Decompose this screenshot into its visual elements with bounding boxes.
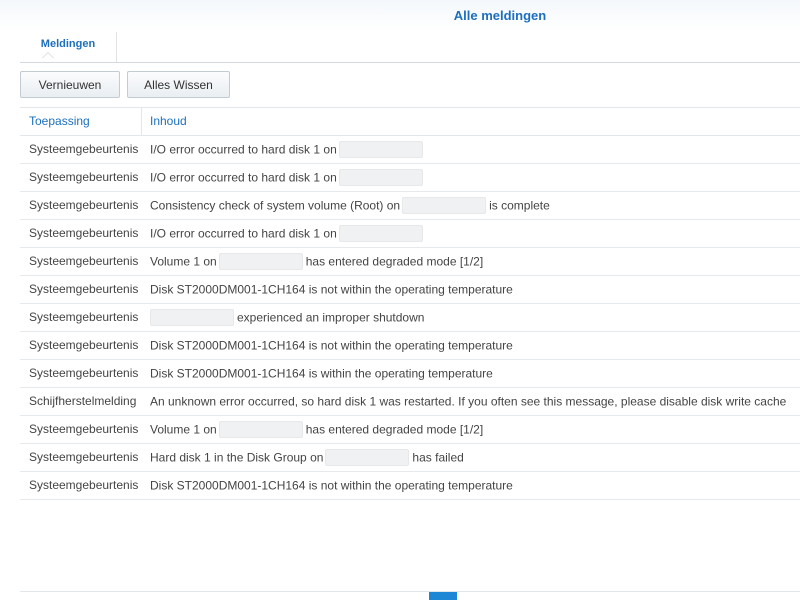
row-content: I/O error occurred to hard disk 1 on <box>150 136 426 163</box>
row-content-text-suffix: has failed <box>412 450 464 465</box>
row-application: Systeemgebeurtenis <box>29 338 139 352</box>
row-application: Systeemgebeurtenis <box>29 226 139 240</box>
row-content-text: Disk ST2000DM001-1CH164 is not within th… <box>150 478 513 493</box>
redacted-hostname <box>325 449 410 467</box>
table-body: Systeemgebeurtenis I/O error occurred to … <box>20 136 800 500</box>
row-content-text-suffix: has entered degraded mode [1/2] <box>305 422 484 437</box>
redacted-hostname <box>338 225 423 243</box>
footer-divider <box>20 591 800 592</box>
row-content: Volume 1 on has entered degraded mode [1/… <box>150 416 483 443</box>
row-content-text: Disk ST2000DM001-1CH164 is not within th… <box>150 338 513 353</box>
table-header: Toepassing Inhoud <box>20 108 800 136</box>
table-row[interactable]: Systeemgebeurtenis Disk ST2000DM001-1CH16… <box>20 472 800 500</box>
refresh-button[interactable]: Vernieuwen <box>20 71 120 98</box>
row-application: Systeemgebeurtenis <box>29 478 139 492</box>
row-content-text: I/O error occurred to hard disk 1 on <box>150 226 337 241</box>
row-content: Disk ST2000DM001-1CH164 is not within th… <box>150 276 513 303</box>
row-content-text: Disk ST2000DM001-1CH164 is within the op… <box>150 366 493 381</box>
row-content: I/O error occurred to hard disk 1 on <box>150 164 426 191</box>
row-content-text: I/O error occurred to hard disk 1 on <box>150 170 337 185</box>
table-row[interactable]: Systeemgebeurtenis Volume 1 on has entered… <box>20 416 800 444</box>
redacted-hostname <box>402 197 487 215</box>
clear-all-button[interactable]: Alles Wissen <box>127 71 230 98</box>
table-row[interactable]: Systeemgebeurtenis Disk ST2000DM001-1CH16… <box>20 332 800 360</box>
row-content: Disk ST2000DM001-1CH164 is not within th… <box>150 472 513 499</box>
redacted-hostname <box>218 421 303 439</box>
scroll-indicator[interactable] <box>429 592 457 600</box>
table-row[interactable]: Systeemgebeurtenis Volume 1 on has entered… <box>20 248 800 276</box>
row-application: Systeemgebeurtenis <box>29 198 139 212</box>
window-title-bar: Alle meldingen <box>0 0 800 32</box>
column-header-application[interactable]: Toepassing <box>29 108 141 135</box>
row-content: Disk ST2000DM001-1CH164 is not within th… <box>150 332 513 359</box>
row-content: I/O error occurred to hard disk 1 on <box>150 220 426 247</box>
column-header-content[interactable]: Inhoud <box>150 108 187 135</box>
window-title: Alle meldingen <box>453 8 547 23</box>
row-content-text: Hard disk 1 in the Disk Group on <box>150 450 324 465</box>
row-application: Systeemgebeurtenis <box>29 422 139 436</box>
row-content: Disk ST2000DM001-1CH164 is within the op… <box>150 360 493 387</box>
redacted-hostname <box>218 253 303 271</box>
row-application: Systeemgebeurtenis <box>29 366 139 380</box>
row-application: Systeemgebeurtenis <box>29 142 139 156</box>
row-content-text-suffix: has entered degraded mode [1/2] <box>305 254 484 269</box>
table-row[interactable]: Systeemgebeurtenis I/O error occurred to … <box>20 164 800 192</box>
row-content: Consistency check of system volume (Root… <box>150 192 550 219</box>
table-row[interactable]: Systeemgebeurtenis experienced an imprope… <box>20 304 800 332</box>
column-resize-handle[interactable] <box>141 108 142 135</box>
row-application: Systeemgebeurtenis <box>29 282 139 296</box>
redacted-hostname <box>338 141 423 159</box>
table-row[interactable]: Systeemgebeurtenis I/O error occurred to … <box>20 136 800 164</box>
table-row[interactable]: Schijfherstelmelding An unknown error occ… <box>20 388 800 416</box>
table-row[interactable]: Systeemgebeurtenis Consistency check of s… <box>20 192 800 220</box>
active-tab-indicator <box>42 52 54 58</box>
row-content-text: Consistency check of system volume (Root… <box>150 198 401 213</box>
row-content-text: Volume 1 on <box>150 254 217 269</box>
redacted-hostname <box>150 309 234 327</box>
row-content-text: An unknown error occurred, so hard disk … <box>150 394 787 409</box>
row-application: Systeemgebeurtenis <box>29 310 139 324</box>
row-application: Schijfherstelmelding <box>29 394 137 408</box>
row-content: Hard disk 1 in the Disk Group on has fail… <box>150 444 464 471</box>
row-content: An unknown error occurred, so hard disk … <box>150 388 786 415</box>
row-content-text: Disk ST2000DM001-1CH164 is not within th… <box>150 282 513 297</box>
row-content: Volume 1 on has entered degraded mode [1/… <box>150 248 483 275</box>
row-application: Systeemgebeurtenis <box>29 254 139 268</box>
row-content-text: Volume 1 on <box>150 422 217 437</box>
notifications-table: Toepassing Inhoud Systeemgebeurtenis I/O … <box>20 107 800 500</box>
table-row[interactable]: Systeemgebeurtenis Disk ST2000DM001-1CH16… <box>20 276 800 304</box>
redacted-hostname <box>338 169 423 187</box>
row-content-text: I/O error occurred to hard disk 1 on <box>150 142 337 157</box>
row-application: Systeemgebeurtenis <box>29 450 139 464</box>
table-row[interactable]: Systeemgebeurtenis I/O error occurred to … <box>20 220 800 248</box>
row-application: Systeemgebeurtenis <box>29 170 139 184</box>
row-content: experienced an improper shutdown <box>150 304 424 331</box>
row-content-text-suffix: is complete <box>489 198 550 213</box>
tab-notifications[interactable]: Meldingen <box>20 32 117 62</box>
table-row[interactable]: Systeemgebeurtenis Disk ST2000DM001-1CH16… <box>20 360 800 388</box>
row-content-text-suffix: experienced an improper shutdown <box>237 310 425 325</box>
tab-bar: Meldingen <box>20 32 800 63</box>
table-row[interactable]: Systeemgebeurtenis Hard disk 1 in the Dis… <box>20 444 800 472</box>
